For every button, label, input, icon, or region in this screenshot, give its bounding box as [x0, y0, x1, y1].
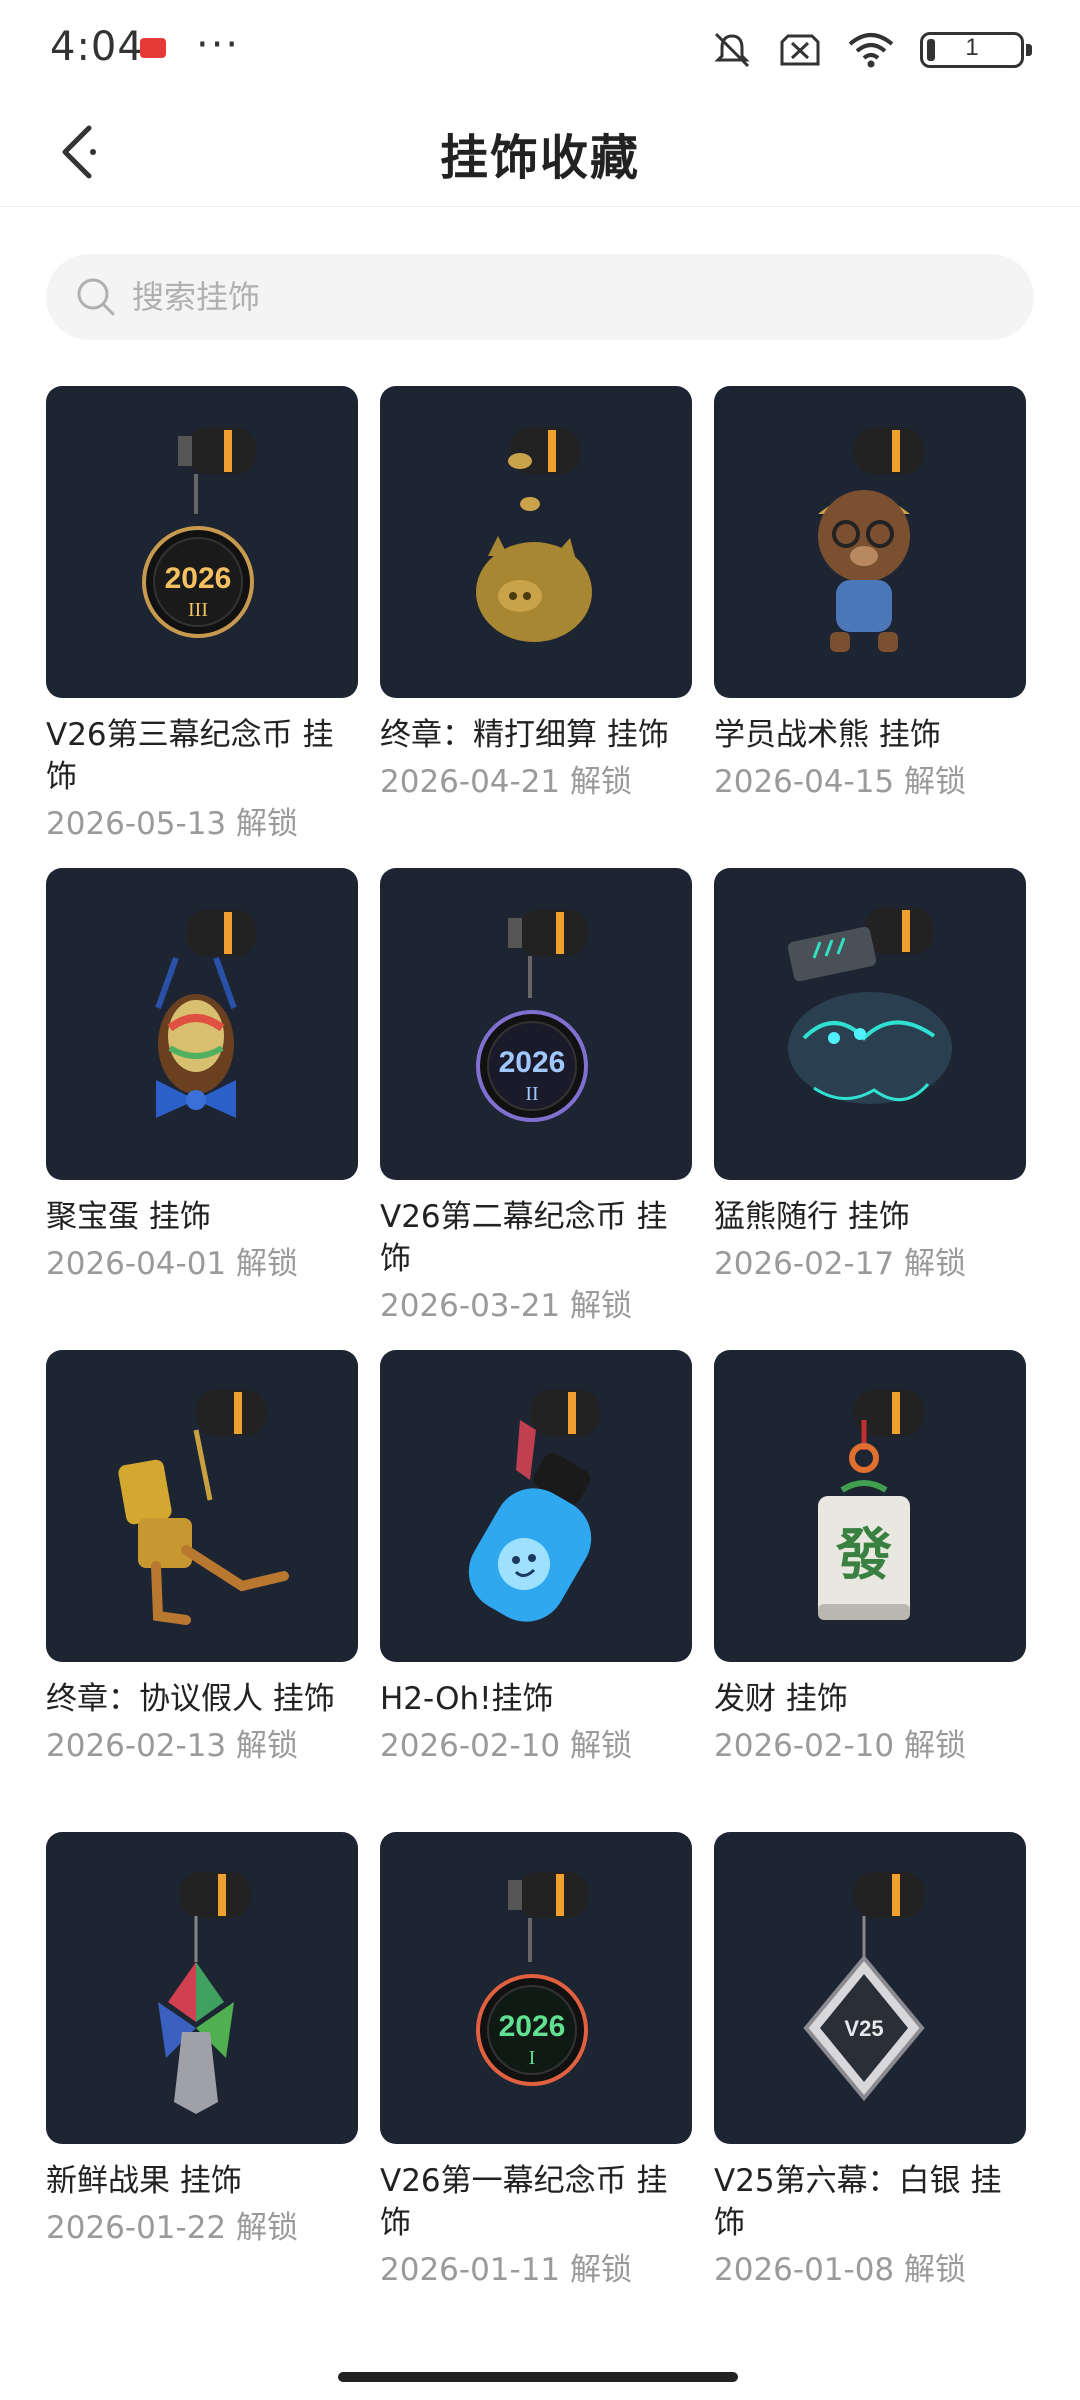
medal-roman-text: I	[529, 2047, 536, 2069]
item-name: 学员战术熊 挂饰	[714, 717, 941, 753]
item-unlock-date: 2026-02-10 解锁	[714, 1728, 967, 1764]
silver-diamond-icon: V25	[714, 1832, 1026, 2144]
charm-card[interactable]: 终章：协议假人 挂饰 2026-02-13 解锁	[46, 1350, 358, 1832]
item-unlock-date: 2026-02-10 解锁	[380, 1728, 633, 1764]
item-name: V26第一幕纪念币 挂饰	[380, 2163, 668, 2241]
charm-grid: 2026 III V26第三幕纪念币 挂饰 2026-05-13 解锁 终章：精…	[46, 386, 1038, 2290]
item-name: 发财 挂饰	[714, 1681, 848, 1717]
item-unlock-date: 2026-01-08 解锁	[714, 2252, 967, 2288]
water-bottle-icon	[380, 1350, 692, 1662]
item-name: V26第三幕纪念币 挂饰	[46, 717, 334, 795]
item-name: V26第二幕纪念币 挂饰	[380, 1199, 668, 1277]
charm-card[interactable]: 学员战术熊 挂饰 2026-04-15 解锁	[714, 386, 1026, 868]
more-notifications-icon: ···	[196, 22, 241, 68]
mute-vibrate-icon	[714, 32, 750, 68]
charm-card[interactable]: 2026 III V26第三幕纪念币 挂饰 2026-05-13 解锁	[46, 386, 358, 868]
search-icon	[77, 278, 115, 316]
charm-card[interactable]: 猛熊随行 挂饰 2026-02-17 解锁	[714, 868, 1026, 1350]
silver-charm-text: V25	[844, 2016, 883, 2041]
item-name: 聚宝蛋 挂饰	[46, 1199, 211, 1235]
page-title: 挂饰收藏	[439, 130, 640, 186]
app-notification-icon	[140, 38, 166, 58]
status-icons: 1	[710, 30, 1032, 70]
charm-card[interactable]: 终章：精打细算 挂饰 2026-04-21 解锁	[380, 386, 692, 868]
item-unlock-date: 2026-04-15 解锁	[714, 764, 967, 800]
mahjong-character: 發	[835, 1522, 892, 1588]
medal-year-text: 2026	[165, 562, 232, 595]
blue-beast-icon	[714, 868, 1026, 1180]
medal-roman-text: III	[188, 599, 208, 621]
charm-card[interactable]: 2026 II V26第二幕纪念币 挂饰 2026-03-21 解锁	[380, 868, 692, 1350]
item-name: 终章：协议假人 挂饰	[46, 1681, 335, 1717]
battery-level-text: 1	[965, 34, 979, 61]
wifi-icon	[848, 33, 894, 68]
item-unlock-date: 2026-01-11 解锁	[380, 2252, 633, 2288]
item-name: H2-Oh!挂饰	[380, 1681, 554, 1717]
golden-pig-icon	[380, 386, 692, 698]
item-unlock-date: 2026-05-13 解锁	[46, 806, 299, 842]
home-indicator[interactable]	[338, 2372, 738, 2382]
leaf-flower-icon	[46, 1832, 358, 2144]
medal-2026-III-icon: 2026 III	[46, 386, 358, 698]
sim-off-icon	[780, 34, 820, 66]
charm-card[interactable]: 聚宝蛋 挂饰 2026-04-01 解锁	[46, 868, 358, 1350]
golden-robot-icon	[46, 1350, 358, 1662]
status-time: 4:04	[50, 24, 144, 70]
item-name: 猛熊随行 挂饰	[714, 1199, 910, 1235]
charm-card[interactable]: H2-Oh!挂饰 2026-02-10 解锁	[380, 1350, 692, 1832]
mahjong-tile-icon: 發	[714, 1350, 1026, 1662]
item-unlock-date: 2026-04-01 解锁	[46, 1246, 299, 1282]
charm-card[interactable]: 新鲜战果 挂饰 2026-01-22 解锁	[46, 1832, 358, 2290]
medal-2026-I-icon: 2026 I	[380, 1832, 692, 2144]
charm-card[interactable]: V25 V25第六幕：白银 挂饰 2026-01-08 解锁	[714, 1832, 1026, 2290]
item-unlock-date: 2026-03-21 解锁	[380, 1288, 633, 1324]
item-name: 终章：精打细算 挂饰	[380, 717, 669, 753]
medal-2026-II-icon: 2026 II	[380, 868, 692, 1180]
item-unlock-date: 2026-02-17 解锁	[714, 1246, 967, 1282]
charm-card[interactable]: 發 发财 挂饰 2026-02-10 解锁	[714, 1350, 1026, 1832]
status-bar: 4:04 ··· 1	[0, 0, 1080, 100]
bear-icon	[714, 386, 1026, 698]
medal-year-text: 2026	[499, 2010, 566, 2043]
item-unlock-date: 2026-04-21 解锁	[380, 764, 633, 800]
medal-roman-text: II	[525, 1083, 538, 1105]
medal-year-text: 2026	[499, 1046, 566, 1079]
charm-card[interactable]: 2026 I V26第一幕纪念币 挂饰 2026-01-11 解锁	[380, 1832, 692, 2290]
battery-icon: 1	[920, 32, 1032, 68]
search-input[interactable]	[130, 277, 934, 317]
item-unlock-date: 2026-02-13 解锁	[46, 1728, 299, 1764]
egg-bow-icon	[46, 868, 358, 1180]
item-name: V25第六幕：白银 挂饰	[714, 2163, 1002, 2241]
search-bar[interactable]	[46, 254, 1034, 340]
header: 挂饰收藏	[0, 100, 1080, 207]
item-name: 新鲜战果 挂饰	[46, 2163, 242, 2199]
item-unlock-date: 2026-01-22 解锁	[46, 2210, 299, 2246]
